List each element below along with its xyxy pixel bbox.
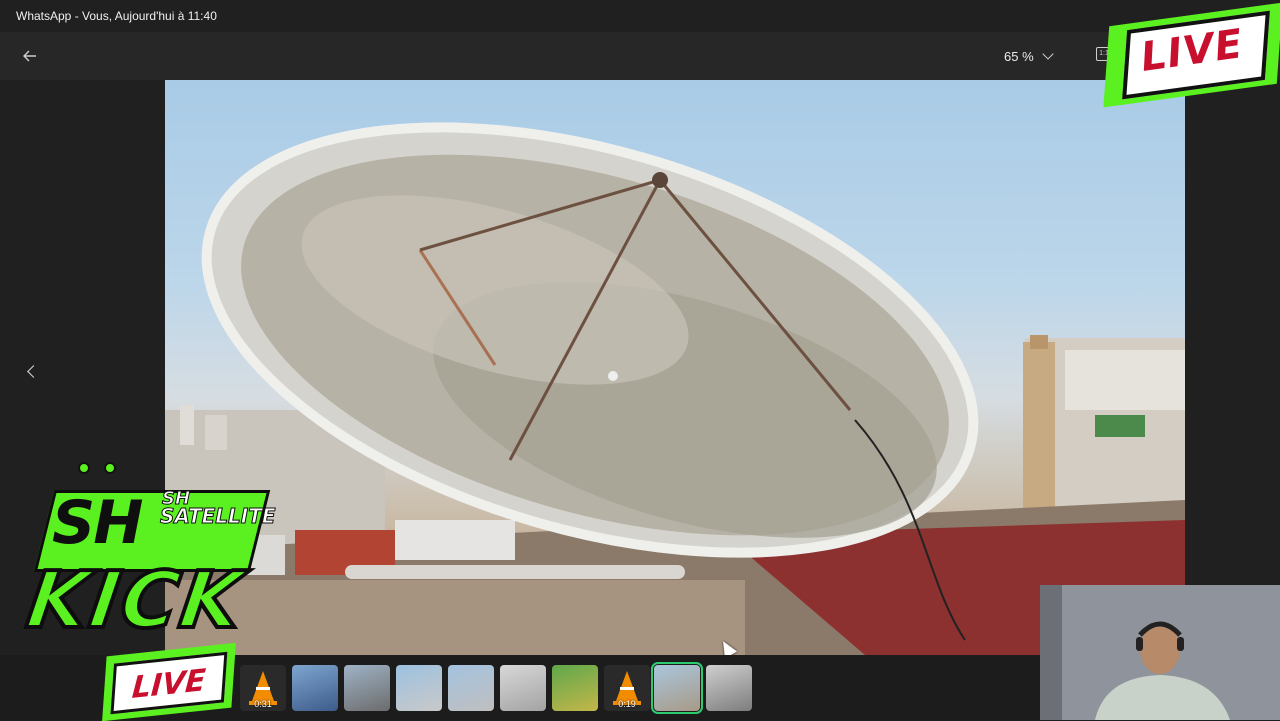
window-title: WhatsApp - Vous, Aujourd'hui à 11:40 bbox=[16, 9, 217, 23]
thumbnail-image[interactable] bbox=[344, 665, 390, 711]
zoom-dropdown[interactable]: 65 % bbox=[1004, 46, 1054, 66]
photo bbox=[165, 80, 1185, 655]
live-text-bottom: LIVE bbox=[130, 662, 207, 707]
thumbnail-video[interactable]: 0:19 bbox=[604, 665, 650, 711]
kick-text: KICK bbox=[20, 554, 252, 648]
webcam-feed bbox=[1040, 585, 1280, 720]
thumbnail-image[interactable] bbox=[500, 665, 546, 711]
window-titlebar: WhatsApp - Vous, Aujourd'hui à 11:40 bbox=[0, 0, 1280, 32]
back-button[interactable] bbox=[18, 44, 42, 68]
arrow-left-icon bbox=[23, 50, 36, 62]
thumbnail-image[interactable] bbox=[292, 665, 338, 711]
video-duration: 0:19 bbox=[618, 699, 636, 709]
webcam-person bbox=[1040, 585, 1280, 720]
antenna-icon bbox=[78, 462, 116, 474]
viewer-toolbar: 65 % 1:1 bbox=[0, 32, 1280, 80]
thumbnail-image[interactable] bbox=[448, 665, 494, 711]
chevron-left-icon[interactable] bbox=[20, 360, 44, 384]
satellite-dish-illustration bbox=[165, 122, 1185, 655]
thumbnail-image[interactable] bbox=[552, 665, 598, 711]
thumbnail-image[interactable] bbox=[396, 665, 442, 711]
chevron-down-icon bbox=[1041, 48, 1054, 60]
satellite-text: SATELLITE bbox=[160, 504, 277, 529]
thumbnail-image-selected[interactable] bbox=[651, 662, 703, 714]
live-badge-top: LIVE bbox=[1103, 2, 1280, 108]
thumbnail-image[interactable] bbox=[706, 665, 752, 711]
sh-logo-text: SH bbox=[52, 488, 143, 558]
zoom-level: 65 % bbox=[1004, 48, 1034, 64]
